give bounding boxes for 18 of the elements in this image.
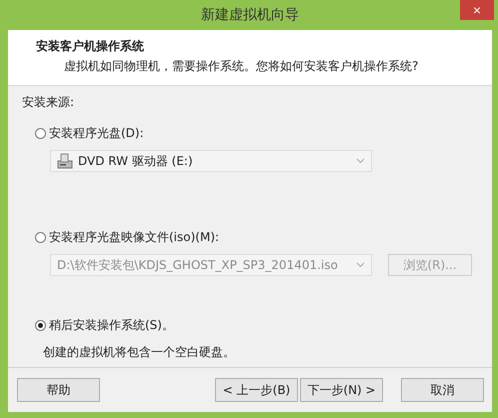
source-label: 安装来源: [22,94,76,111]
drive-dropdown[interactable]: DVD RW 驱动器 (E:) [50,150,372,172]
cancel-button[interactable]: 取消 [401,378,484,402]
next-button[interactable]: 下一步(N) > [300,378,383,402]
page-subtitle: 虚拟机如同物理机，需要操作系统。您将如何安装客户机操作系统? [63,58,420,75]
radio-label[interactable]: 安装程序光盘(D): [49,125,144,142]
back-button[interactable]: < 上一步(B) [215,378,298,402]
drive-icon [57,153,73,169]
option-description: 创建的虚拟机将包含一个空白硬盘。 [43,344,236,361]
radio-button[interactable] [35,320,46,331]
window-title: 新建虚拟机向导 [201,6,299,24]
page-title: 安装客户机操作系统 [36,38,145,55]
help-button[interactable]: 帮助 [17,378,100,402]
close-button[interactable]: × [460,0,494,20]
radio-button[interactable] [35,128,46,139]
chevron-icon [356,158,365,164]
radio-label[interactable]: 稍后安装操作系统(S)。 [49,317,174,334]
chevron-icon [356,262,365,268]
